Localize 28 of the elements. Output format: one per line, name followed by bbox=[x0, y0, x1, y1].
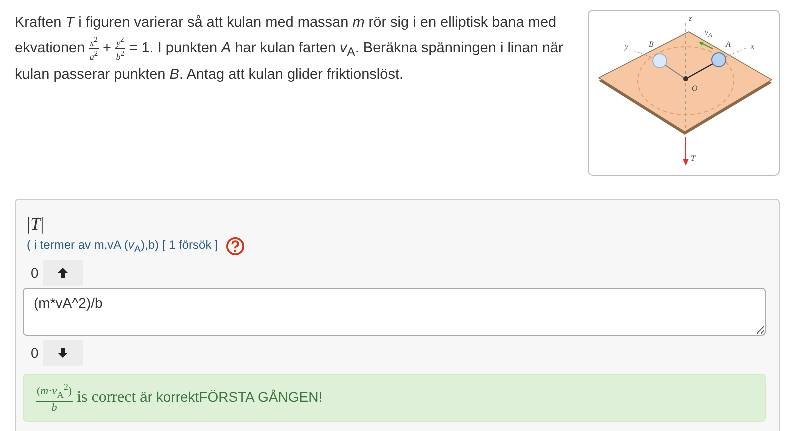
axis-line bbox=[726, 48, 748, 58]
down-button[interactable] bbox=[42, 340, 83, 366]
force-arrow bbox=[683, 136, 689, 166]
up-button[interactable] bbox=[42, 260, 83, 286]
string-line bbox=[688, 63, 714, 79]
down-arrow-icon bbox=[56, 347, 69, 359]
axis-label: T bbox=[691, 154, 696, 163]
axis-label: v$_{A}$ bbox=[705, 28, 712, 39]
answer-field[interactable]: (m*vA^2)/b bbox=[23, 288, 766, 336]
pivot-point bbox=[684, 76, 688, 82]
vote-count: 0 bbox=[31, 265, 39, 281]
axis-label: y bbox=[625, 42, 629, 51]
axis-line bbox=[634, 50, 654, 58]
axis-label: B bbox=[649, 40, 654, 49]
hint-text: ( i termer av m,vA (v$_{A}$),b) [ 1 försök ] bbox=[27, 238, 218, 256]
ball bbox=[712, 52, 726, 68]
axis-label: O bbox=[692, 84, 698, 93]
feedback-text: (m·v$_{A}$$^{2}$) b is correct är korrektFÖRSTA GÅNGEN! bbox=[36, 380, 323, 416]
answer-label: |T| bbox=[27, 214, 44, 235]
axis-label: A bbox=[726, 40, 731, 49]
string-line bbox=[664, 64, 684, 78]
axis-label: z bbox=[689, 14, 692, 23]
velocity-arrow bbox=[699, 42, 714, 50]
axis-label: x bbox=[751, 42, 755, 51]
vote-count: 0 bbox=[31, 345, 39, 361]
up-arrow-icon bbox=[56, 267, 69, 279]
help-icon[interactable] bbox=[226, 237, 246, 256]
ball bbox=[652, 54, 668, 68]
